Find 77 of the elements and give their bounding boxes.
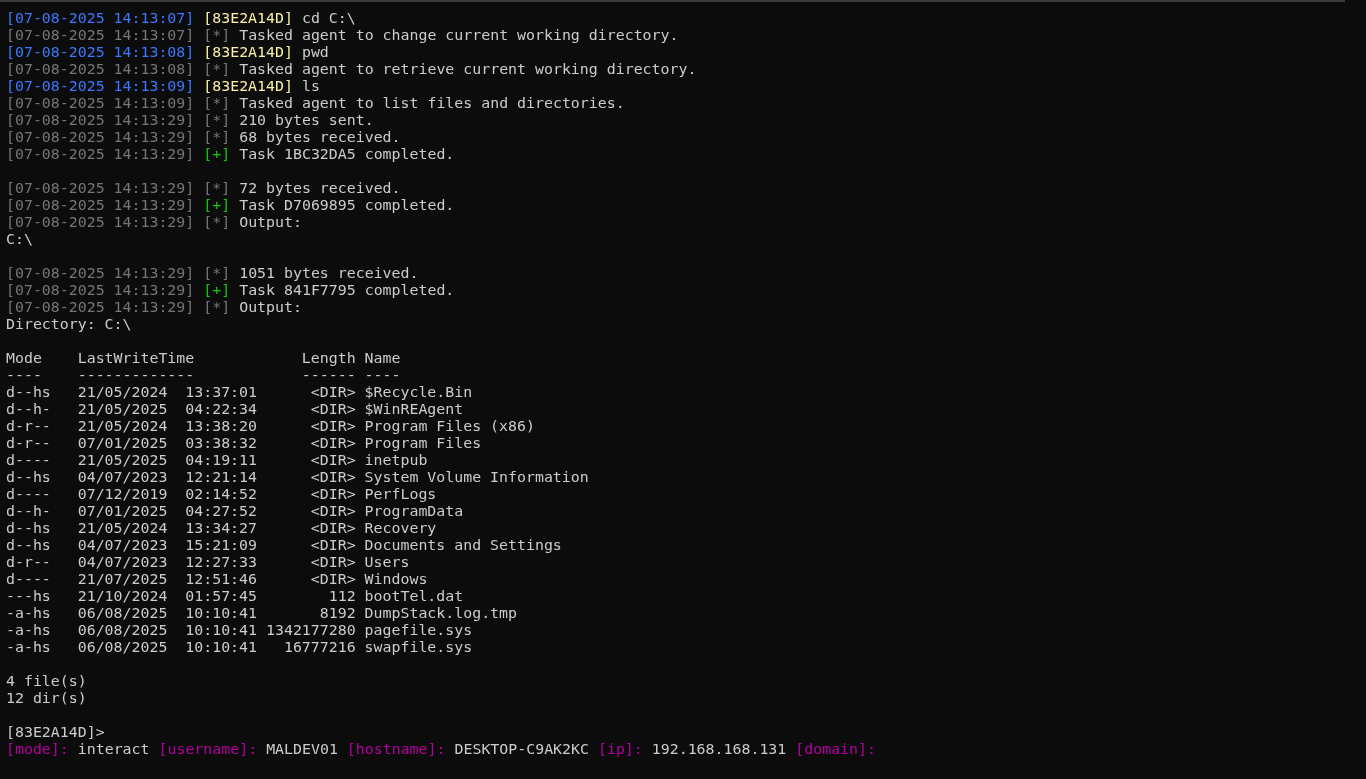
timestamp: [07-08-2025 14:13:29] xyxy=(6,112,195,129)
output-line: d-r-- 21/05/2024 13:38:20 <DIR> Program Files (x86) xyxy=(6,418,535,435)
output-line: d---- 21/07/2025 12:51:46 <DIR> Windows xyxy=(6,571,428,588)
output-line: ---hs 21/10/2024 01:57:45 112 bootTel.dat xyxy=(6,588,464,605)
status-tag: [*] xyxy=(203,180,231,197)
status-tag: [+] xyxy=(203,146,231,163)
status-tag: [*] xyxy=(203,61,231,78)
timestamp: [07-08-2025 14:13:29] xyxy=(6,129,195,146)
status-tag: [+] xyxy=(203,197,231,214)
status-label: [ip]: xyxy=(597,741,643,758)
output-line: d-r-- 07/01/2025 03:38:32 <DIR> Program Files xyxy=(6,435,482,452)
timestamp: [07-08-2025 14:13:29] xyxy=(6,265,195,282)
output-line: ---- ------------- ------ ---- xyxy=(6,367,401,384)
output-line: d---- 07/12/2019 02:14:52 <DIR> PerfLogs xyxy=(6,486,437,503)
status-tag: [+] xyxy=(203,282,231,299)
status-tag: [*] xyxy=(203,299,231,316)
log-message: 68 bytes received. xyxy=(239,129,401,146)
log-message: Tasked agent to retrieve current working directory. xyxy=(239,61,697,78)
timestamp: [07-08-2025 14:13:09] xyxy=(6,78,195,95)
status-label: [hostname]: xyxy=(346,741,446,758)
agent-id: [83E2A14D] xyxy=(203,78,293,95)
status-label: [domain]: xyxy=(795,741,876,758)
timestamp: [07-08-2025 14:13:08] xyxy=(6,61,195,78)
output-line: 4 file(s) xyxy=(6,673,87,690)
log-message: Output: xyxy=(239,214,302,231)
output-line: d-r-- 04/07/2023 12:27:33 <DIR> Users xyxy=(6,554,410,571)
output-line: d--h- 21/05/2025 04:22:34 <DIR> $WinREAgent xyxy=(6,401,464,418)
log-message: Tasked agent to change current working directory. xyxy=(239,27,679,44)
output-line: 12 dir(s) xyxy=(6,690,87,707)
output-line: d--hs 04/07/2023 12:21:14 <DIR> System Volume Information xyxy=(6,469,589,486)
command-text: ls xyxy=(301,78,320,95)
timestamp: [07-08-2025 14:13:09] xyxy=(6,95,195,112)
agent-id: [83E2A14D] xyxy=(203,44,293,61)
timestamp: [07-08-2025 14:13:07] xyxy=(6,27,195,44)
status-tag: [*] xyxy=(203,112,231,129)
timestamp: [07-08-2025 14:13:29] xyxy=(6,146,195,163)
log-message: 1051 bytes received. xyxy=(239,265,419,282)
status-tag: [*] xyxy=(203,27,231,44)
timestamp: [07-08-2025 14:13:29] xyxy=(6,214,195,231)
status-tag: [*] xyxy=(203,214,231,231)
timestamp: [07-08-2025 14:13:29] xyxy=(6,197,195,214)
output-line: -a-hs 06/08/2025 10:10:41 1342177280 pagefile.sys xyxy=(6,622,473,639)
agent-id: [83E2A14D] xyxy=(203,10,293,27)
status-label: [username]: xyxy=(158,741,258,758)
command-text: cd C:\ xyxy=(301,10,356,27)
output-line: d---- 21/05/2025 04:19:11 <DIR> inetpub xyxy=(6,452,428,469)
output-line: C:\ xyxy=(6,231,33,248)
status-value: MALDEV01 xyxy=(266,741,338,758)
output-line: d--h- 07/01/2025 04:27:52 <DIR> ProgramData xyxy=(6,503,464,520)
prompt: [83E2A14D]> xyxy=(6,724,105,741)
log-message: Task 1BC32DA5 completed. xyxy=(239,146,455,163)
status-value: interact xyxy=(77,741,150,758)
status-label: [mode]: xyxy=(6,741,69,758)
timestamp: [07-08-2025 14:13:29] xyxy=(6,299,195,316)
output-line: d--hs 21/05/2024 13:37:01 <DIR> $Recycle.Bin xyxy=(6,384,473,401)
log-message: Tasked agent to list files and directories. xyxy=(239,95,625,112)
output-line: -a-hs 06/08/2025 10:10:41 8192 DumpStack.log.tmp xyxy=(6,605,517,622)
timestamp: [07-08-2025 14:13:29] xyxy=(6,282,195,299)
timestamp: [07-08-2025 14:13:29] xyxy=(6,180,195,197)
log-message: Output: xyxy=(239,299,302,316)
status-value: DESKTOP-C9AK2KC xyxy=(454,741,589,758)
status-value: 192.168.168.131 xyxy=(651,741,787,758)
log-message: Task 841F7795 completed. xyxy=(239,282,455,299)
output-line: Mode LastWriteTime Length Name xyxy=(6,350,401,367)
timestamp: [07-08-2025 14:13:07] xyxy=(6,10,195,27)
output-line: -a-hs 06/08/2025 10:10:41 16777216 swapfile.sys xyxy=(6,639,473,656)
log-message: Task D7069895 completed. xyxy=(239,197,455,214)
output-line: d--hs 04/07/2023 15:21:09 <DIR> Documents and Settings xyxy=(6,537,562,554)
status-tag: [*] xyxy=(203,95,231,112)
output-line: d--hs 21/05/2024 13:34:27 <DIR> Recovery xyxy=(6,520,437,537)
timestamp: [07-08-2025 14:13:08] xyxy=(6,44,195,61)
command-text: pwd xyxy=(301,44,329,61)
output-line: Directory: C:\ xyxy=(6,316,132,333)
log-message: 72 bytes received. xyxy=(239,180,401,197)
log-message: 210 bytes sent. xyxy=(239,112,374,129)
status-tag: [*] xyxy=(203,129,231,146)
status-tag: [*] xyxy=(203,265,231,282)
